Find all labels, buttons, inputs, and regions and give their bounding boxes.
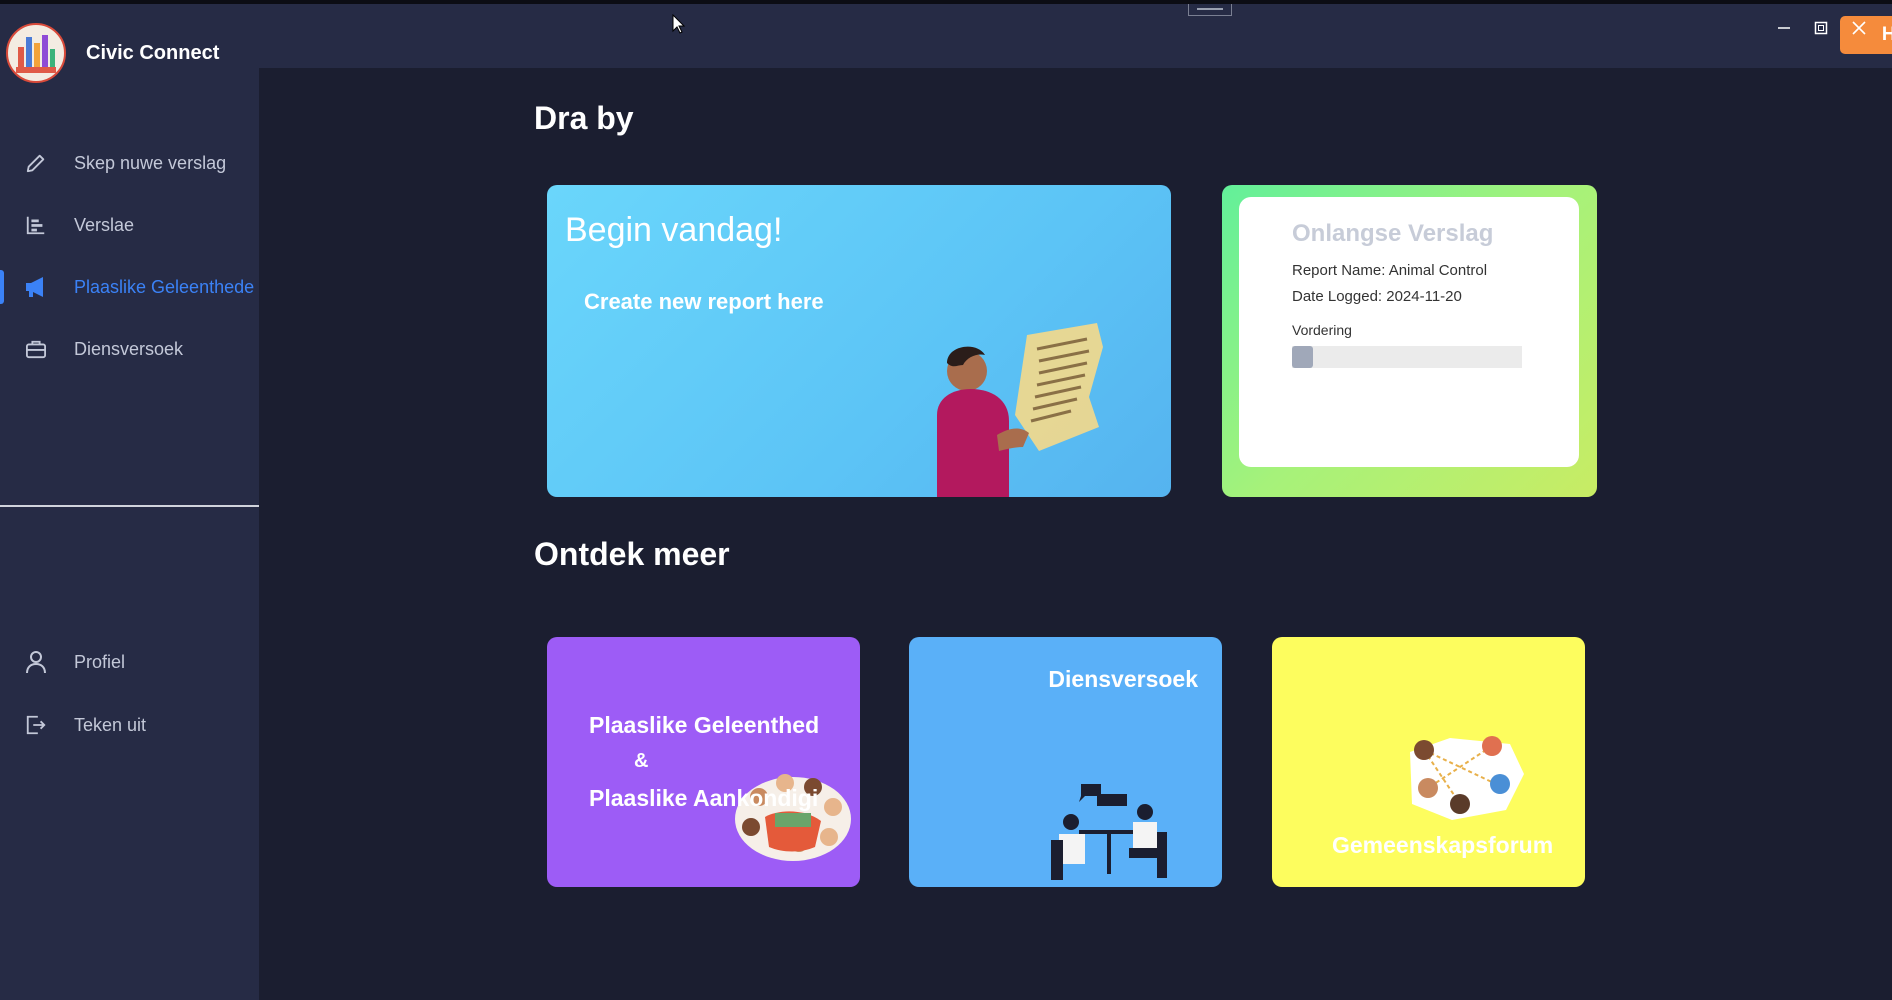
sidebar-item-label: Diensversoek [74,338,184,359]
pencil-icon [22,149,50,177]
user-icon [22,648,50,676]
sidebar-item-label: Skep nuwe verslag [74,152,227,173]
recent-report-card[interactable]: Onlangse Verslag Report Name: Animal Con… [1222,185,1597,497]
sidebar-divider [0,505,259,507]
progress-bar [1292,346,1522,368]
sidebar-item-label: Profiel [74,651,126,672]
minimize-icon[interactable] [1770,14,1798,42]
sidebar-item-reports[interactable]: Verslae [0,199,259,251]
progress-fill [1292,346,1313,368]
tile-local-events[interactable]: Plaaslike Geleenthede & Plaaslike Aankon… [547,637,860,887]
person-with-document-illustration [937,323,1103,497]
logout-icon [22,711,50,739]
sidebar: Civic Connect Skep nuwe verslag Verslae … [0,4,259,1000]
community-network-illustration [1410,736,1524,820]
tile-events-title: Plaaslike Geleenthede [589,712,819,738]
briefcase-icon [22,335,50,363]
mouse-cursor-icon [672,13,686,39]
chart-icon [22,211,50,239]
tile-service-title: Diensversoek [1048,666,1198,692]
create-report-link[interactable]: Create new report here [584,289,824,315]
sidebar-item-local-events[interactable]: Plaaslike Geleenthede [0,261,259,313]
drag-handle[interactable] [1188,4,1232,16]
tile-service-request[interactable]: Diensversoek [909,637,1222,887]
sidebar-item-create-report[interactable]: Skep nuwe verslag [0,137,259,189]
active-indicator [0,270,4,304]
brand[interactable]: Civic Connect [6,21,219,85]
recent-report-panel: Onlangse Verslag Report Name: Animal Con… [1239,197,1579,467]
app-logo [6,23,66,83]
top-bar: Huis [259,4,1892,68]
section-title-discover: Ontdek meer [534,536,730,572]
sidebar-item-label: Verslae [74,214,135,235]
tile-events-ampersand: & [634,750,649,772]
app-name: Civic Connect [86,41,220,64]
section-title-contribute: Dra by [534,100,634,136]
tile-announcements-title: Plaaslike Aankondigings [589,785,819,811]
group-of-people-illustration [735,774,851,861]
progress-label: Vordering [1292,322,1352,338]
sidebar-item-service-request[interactable]: Diensversoek [0,323,259,375]
begin-card-title: Begin vandag! [565,211,783,249]
tile-community-forum[interactable]: Gemeenskapsforum [1272,637,1585,887]
maximize-icon[interactable] [1807,14,1835,42]
close-icon[interactable] [1845,14,1873,42]
tile-forum-title: Gemeenskapsforum [1332,832,1554,858]
report-name: Report Name: Animal Control [1292,262,1488,279]
recent-report-title: Onlangse Verslag [1292,220,1494,247]
sidebar-item-label: Plaaslike Geleenthede [74,276,255,297]
begin-report-card[interactable]: Begin vandag! Create new report here [547,185,1171,497]
sidebar-item-label: Teken uit [74,714,147,735]
report-date: Date Logged: 2024-11-20 [1292,288,1462,305]
sidebar-item-profile[interactable]: Profiel [0,636,259,688]
meeting-illustration [1051,784,1167,880]
sidebar-item-logout[interactable]: Teken uit [0,699,259,751]
megaphone-icon [22,273,50,301]
